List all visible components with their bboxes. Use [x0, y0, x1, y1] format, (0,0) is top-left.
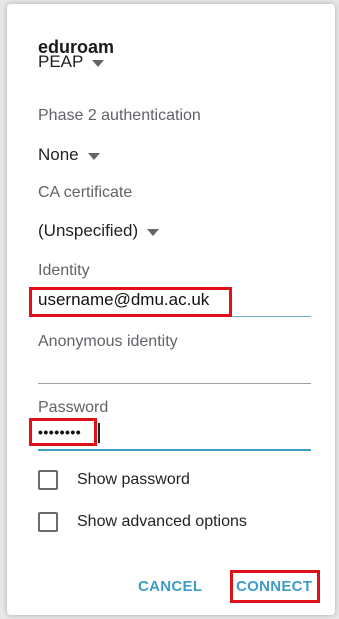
wifi-config-dialog: eduroam PEAP Phase 2 authentication None… [7, 4, 335, 615]
text-cursor [98, 423, 100, 443]
cancel-button[interactable]: CANCEL [138, 578, 202, 595]
eap-method-dropdown[interactable]: PEAP [38, 52, 105, 72]
phase2-value: None [38, 145, 79, 164]
anonymous-identity-field[interactable] [38, 355, 311, 384]
phase2-label: Phase 2 authentication [38, 107, 201, 124]
password-highlight-box [29, 418, 97, 446]
checkbox-unchecked-icon[interactable] [38, 470, 58, 490]
show-password-label: Show password [77, 471, 190, 488]
ca-certificate-dropdown[interactable]: (Unspecified) [38, 221, 160, 241]
connect-highlight-box [230, 570, 320, 603]
identity-highlight-box [29, 287, 232, 317]
eap-method-value: PEAP [38, 52, 84, 71]
phase2-dropdown[interactable]: None [38, 145, 100, 165]
checkbox-unchecked-icon[interactable] [38, 512, 58, 532]
show-advanced-options-option[interactable]: Show advanced options [38, 512, 247, 532]
ca-certificate-label: CA certificate [38, 184, 133, 201]
show-advanced-options-label: Show advanced options [77, 513, 247, 530]
caret-down-icon [92, 59, 105, 67]
anonymous-identity-label: Anonymous identity [38, 333, 178, 350]
identity-label: Identity [38, 262, 90, 279]
ca-certificate-value: (Unspecified) [38, 221, 139, 240]
caret-down-icon [87, 152, 100, 160]
show-password-option[interactable]: Show password [38, 470, 190, 490]
caret-down-icon [147, 228, 160, 236]
password-label: Password [38, 399, 109, 416]
